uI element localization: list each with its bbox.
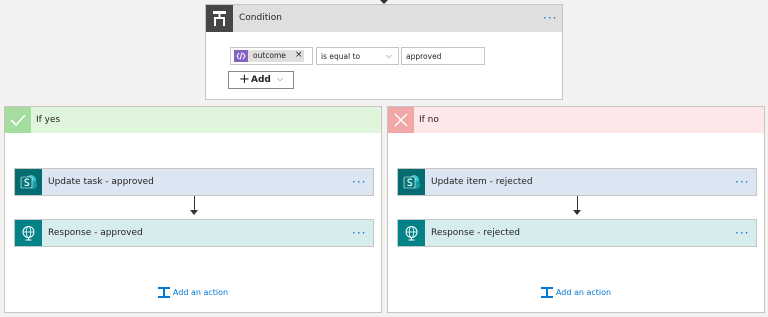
condition-left-operand[interactable]: outcome ×	[230, 47, 313, 65]
action-menu-button[interactable]: ···	[352, 227, 366, 239]
expression-icon	[234, 50, 248, 62]
action-title: Update item - rejected	[431, 177, 533, 187]
if-yes-header[interactable]: If yes	[5, 107, 381, 133]
add-an-action-link[interactable]: Add an action	[388, 287, 764, 298]
close-icon	[388, 107, 414, 133]
token-remove-button[interactable]: ×	[295, 50, 303, 60]
action-card-update-task[interactable]: Update task - approved ···	[14, 168, 374, 196]
plus-icon: +	[239, 72, 250, 87]
add-an-action-label: Add an action	[172, 288, 229, 297]
add-button-label: Add	[251, 75, 271, 85]
if-yes-title: If yes	[36, 115, 61, 125]
add-an-action-link[interactable]: Add an action	[5, 287, 381, 298]
if-no-header[interactable]: If no	[388, 107, 764, 133]
chevron-down-icon: ⌵	[277, 74, 284, 83]
sharepoint-icon	[15, 169, 42, 195]
action-menu-button[interactable]: ···	[735, 176, 749, 188]
add-condition-button[interactable]: + Add ⌵	[228, 71, 294, 89]
add-action-icon	[157, 287, 170, 298]
if-yes-branch: If yes Update task - approved ··· Respon…	[4, 106, 382, 313]
right-operand-value: approved	[406, 52, 442, 61]
action-card-response[interactable]: Response - approved ···	[14, 219, 374, 247]
if-no-branch: If no Update item - rejected ··· Respons…	[387, 106, 765, 313]
globe-icon	[398, 220, 425, 246]
arrow-down-icon	[573, 210, 581, 215]
add-action-icon	[540, 287, 553, 298]
condition-icon	[206, 5, 233, 32]
connector-line	[577, 196, 578, 210]
action-card-update-item[interactable]: Update item - rejected ···	[397, 168, 757, 196]
sharepoint-icon	[398, 169, 425, 195]
action-title: Update task - approved	[48, 177, 154, 187]
connector-line	[194, 196, 195, 210]
dynamic-content-token[interactable]: outcome ×	[234, 50, 304, 62]
checkmark-icon	[5, 107, 31, 133]
add-an-action-label: Add an action	[555, 288, 612, 297]
action-title: Response - approved	[48, 228, 143, 238]
operator-select[interactable]: is equal to ⌵	[316, 47, 399, 65]
condition-title: Condition	[239, 13, 282, 23]
chevron-down-icon: ⌵	[385, 51, 392, 60]
condition-header[interactable]: Condition ···	[206, 5, 562, 32]
action-card-response[interactable]: Response - rejected ···	[397, 219, 757, 247]
condition-right-operand[interactable]: approved	[401, 47, 485, 65]
globe-icon	[15, 220, 42, 246]
condition-menu-button[interactable]: ···	[543, 12, 557, 24]
action-menu-button[interactable]: ···	[352, 176, 366, 188]
action-title: Response - rejected	[431, 228, 520, 238]
action-menu-button[interactable]: ···	[735, 227, 749, 239]
token-label: outcome	[253, 51, 286, 60]
condition-card[interactable]: Condition ··· outcome × is equal to ⌵ ap…	[205, 4, 563, 100]
operator-value: is equal to	[321, 52, 361, 61]
if-no-title: If no	[419, 115, 439, 125]
arrow-down-icon	[190, 210, 198, 215]
